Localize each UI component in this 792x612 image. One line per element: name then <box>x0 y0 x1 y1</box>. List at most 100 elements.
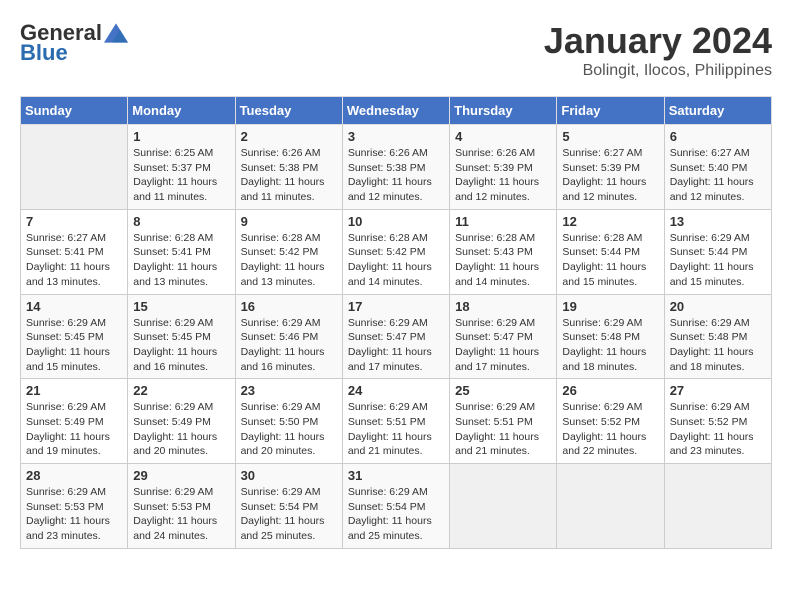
calendar-cell: 13 Sunrise: 6:29 AM Sunset: 5:44 PM Dayli… <box>664 209 771 294</box>
calendar-week-5: 28Sunrise: 6:29 AM Sunset: 5:53 PM Dayli… <box>21 464 772 549</box>
logo-icon <box>104 23 128 43</box>
subtitle: Bolingit, Ilocos, Philippines <box>544 62 772 80</box>
day-number: 30 <box>241 468 337 483</box>
calendar-cell <box>21 125 128 210</box>
day-info: Sunrise: 6:29 AM Sunset: 5:54 PM Dayligh… <box>241 485 337 544</box>
day-number: 25 <box>455 383 551 398</box>
day-info: Sunrise: 6:29 AM Sunset: 5:45 PM Dayligh… <box>26 316 122 375</box>
day-number: 5 <box>562 129 658 144</box>
day-number: 11 <box>455 214 551 229</box>
day-info: Sunrise: 6:27 AM Sunset: 5:39 PM Dayligh… <box>562 146 658 205</box>
calendar-cell: 15Sunrise: 6:29 AM Sunset: 5:45 PM Dayli… <box>128 294 235 379</box>
day-number: 8 <box>133 214 229 229</box>
day-info: Sunrise: 6:29 AM Sunset: 5:52 PM Dayligh… <box>670 400 766 459</box>
day-number: 21 <box>26 383 122 398</box>
calendar-cell: 10 Sunrise: 6:28 AM Sunset: 5:42 PM Dayli… <box>342 209 449 294</box>
day-info: Sunrise: 6:26 AM Sunset: 5:38 PM Dayligh… <box>348 146 444 205</box>
page-header: General Blue January 2024 Bolingit, Iloc… <box>20 20 772 80</box>
day-number: 22 <box>133 383 229 398</box>
calendar-cell: 17 Sunrise: 6:29 AM Sunset: 5:47 PM Dayli… <box>342 294 449 379</box>
day-info: Sunrise: 6:29 AM Sunset: 5:51 PM Dayligh… <box>455 400 551 459</box>
day-number: 31 <box>348 468 444 483</box>
day-info: Sunrise: 6:26 AM Sunset: 5:38 PM Dayligh… <box>241 146 337 205</box>
calendar-cell: 2 Sunrise: 6:26 AM Sunset: 5:38 PM Daylig… <box>235 125 342 210</box>
calendar-cell: 12Sunrise: 6:28 AM Sunset: 5:44 PM Dayli… <box>557 209 664 294</box>
day-number: 3 <box>348 129 444 144</box>
calendar-cell: 6 Sunrise: 6:27 AM Sunset: 5:40 PM Daylig… <box>664 125 771 210</box>
calendar-cell: 25 Sunrise: 6:29 AM Sunset: 5:51 PM Dayli… <box>450 379 557 464</box>
header-thursday: Thursday <box>450 97 557 125</box>
day-info: Sunrise: 6:29 AM Sunset: 5:52 PM Dayligh… <box>562 400 658 459</box>
calendar-cell: 20 Sunrise: 6:29 AM Sunset: 5:48 PM Dayli… <box>664 294 771 379</box>
day-number: 26 <box>562 383 658 398</box>
day-info: Sunrise: 6:29 AM Sunset: 5:53 PM Dayligh… <box>133 485 229 544</box>
calendar-cell: 19 Sunrise: 6:29 AM Sunset: 5:48 PM Dayli… <box>557 294 664 379</box>
calendar-week-3: 14 Sunrise: 6:29 AM Sunset: 5:45 PM Dayli… <box>21 294 772 379</box>
header-tuesday: Tuesday <box>235 97 342 125</box>
day-number: 29 <box>133 468 229 483</box>
day-number: 27 <box>670 383 766 398</box>
calendar-cell <box>664 464 771 549</box>
day-info: Sunrise: 6:28 AM Sunset: 5:42 PM Dayligh… <box>241 231 337 290</box>
header-monday: Monday <box>128 97 235 125</box>
calendar-cell: 23 Sunrise: 6:29 AM Sunset: 5:50 PM Dayli… <box>235 379 342 464</box>
day-info: Sunrise: 6:25 AM Sunset: 5:37 PM Dayligh… <box>133 146 229 205</box>
day-number: 24 <box>348 383 444 398</box>
calendar-cell: 24 Sunrise: 6:29 AM Sunset: 5:51 PM Dayli… <box>342 379 449 464</box>
day-info: Sunrise: 6:27 AM Sunset: 5:40 PM Dayligh… <box>670 146 766 205</box>
day-number: 17 <box>348 299 444 314</box>
day-info: Sunrise: 6:29 AM Sunset: 5:47 PM Dayligh… <box>348 316 444 375</box>
day-number: 2 <box>241 129 337 144</box>
calendar-cell: 9Sunrise: 6:28 AM Sunset: 5:42 PM Daylig… <box>235 209 342 294</box>
day-number: 23 <box>241 383 337 398</box>
day-info: Sunrise: 6:29 AM Sunset: 5:48 PM Dayligh… <box>562 316 658 375</box>
day-number: 6 <box>670 129 766 144</box>
day-info: Sunrise: 6:29 AM Sunset: 5:51 PM Dayligh… <box>348 400 444 459</box>
day-info: Sunrise: 6:29 AM Sunset: 5:50 PM Dayligh… <box>241 400 337 459</box>
calendar-cell: 14 Sunrise: 6:29 AM Sunset: 5:45 PM Dayli… <box>21 294 128 379</box>
calendar-week-4: 21 Sunrise: 6:29 AM Sunset: 5:49 PM Dayli… <box>21 379 772 464</box>
day-info: Sunrise: 6:29 AM Sunset: 5:53 PM Dayligh… <box>26 485 122 544</box>
day-info: Sunrise: 6:29 AM Sunset: 5:47 PM Dayligh… <box>455 316 551 375</box>
calendar-week-2: 7Sunrise: 6:27 AM Sunset: 5:41 PM Daylig… <box>21 209 772 294</box>
day-number: 13 <box>670 214 766 229</box>
day-number: 19 <box>562 299 658 314</box>
calendar-cell: 11 Sunrise: 6:28 AM Sunset: 5:43 PM Dayli… <box>450 209 557 294</box>
day-number: 20 <box>670 299 766 314</box>
calendar-table: SundayMondayTuesdayWednesdayThursdayFrid… <box>20 96 772 549</box>
logo: General Blue <box>20 20 128 66</box>
day-info: Sunrise: 6:29 AM Sunset: 5:45 PM Dayligh… <box>133 316 229 375</box>
calendar-cell: 5 Sunrise: 6:27 AM Sunset: 5:39 PM Daylig… <box>557 125 664 210</box>
calendar-cell: 3 Sunrise: 6:26 AM Sunset: 5:38 PM Daylig… <box>342 125 449 210</box>
calendar-cell <box>557 464 664 549</box>
calendar-cell: 7Sunrise: 6:27 AM Sunset: 5:41 PM Daylig… <box>21 209 128 294</box>
calendar-cell: 26 Sunrise: 6:29 AM Sunset: 5:52 PM Dayli… <box>557 379 664 464</box>
day-number: 4 <box>455 129 551 144</box>
day-info: Sunrise: 6:29 AM Sunset: 5:48 PM Dayligh… <box>670 316 766 375</box>
day-info: Sunrise: 6:29 AM Sunset: 5:49 PM Dayligh… <box>133 400 229 459</box>
main-title: January 2024 <box>544 20 772 62</box>
calendar-cell: 16 Sunrise: 6:29 AM Sunset: 5:46 PM Dayli… <box>235 294 342 379</box>
header-saturday: Saturday <box>664 97 771 125</box>
calendar-cell: 29 Sunrise: 6:29 AM Sunset: 5:53 PM Dayli… <box>128 464 235 549</box>
day-info: Sunrise: 6:26 AM Sunset: 5:39 PM Dayligh… <box>455 146 551 205</box>
day-info: Sunrise: 6:28 AM Sunset: 5:41 PM Dayligh… <box>133 231 229 290</box>
title-area: January 2024 Bolingit, Ilocos, Philippin… <box>544 20 772 80</box>
day-number: 18 <box>455 299 551 314</box>
day-info: Sunrise: 6:29 AM Sunset: 5:46 PM Dayligh… <box>241 316 337 375</box>
day-number: 10 <box>348 214 444 229</box>
day-number: 14 <box>26 299 122 314</box>
day-info: Sunrise: 6:28 AM Sunset: 5:43 PM Dayligh… <box>455 231 551 290</box>
header-wednesday: Wednesday <box>342 97 449 125</box>
calendar-cell: 28Sunrise: 6:29 AM Sunset: 5:53 PM Dayli… <box>21 464 128 549</box>
calendar-cell <box>450 464 557 549</box>
day-info: Sunrise: 6:28 AM Sunset: 5:42 PM Dayligh… <box>348 231 444 290</box>
logo-blue: Blue <box>20 40 68 66</box>
day-number: 16 <box>241 299 337 314</box>
day-info: Sunrise: 6:29 AM Sunset: 5:44 PM Dayligh… <box>670 231 766 290</box>
day-info: Sunrise: 6:29 AM Sunset: 5:54 PM Dayligh… <box>348 485 444 544</box>
header-friday: Friday <box>557 97 664 125</box>
day-number: 12 <box>562 214 658 229</box>
calendar-week-1: 1Sunrise: 6:25 AM Sunset: 5:37 PM Daylig… <box>21 125 772 210</box>
calendar-cell: 18 Sunrise: 6:29 AM Sunset: 5:47 PM Dayli… <box>450 294 557 379</box>
